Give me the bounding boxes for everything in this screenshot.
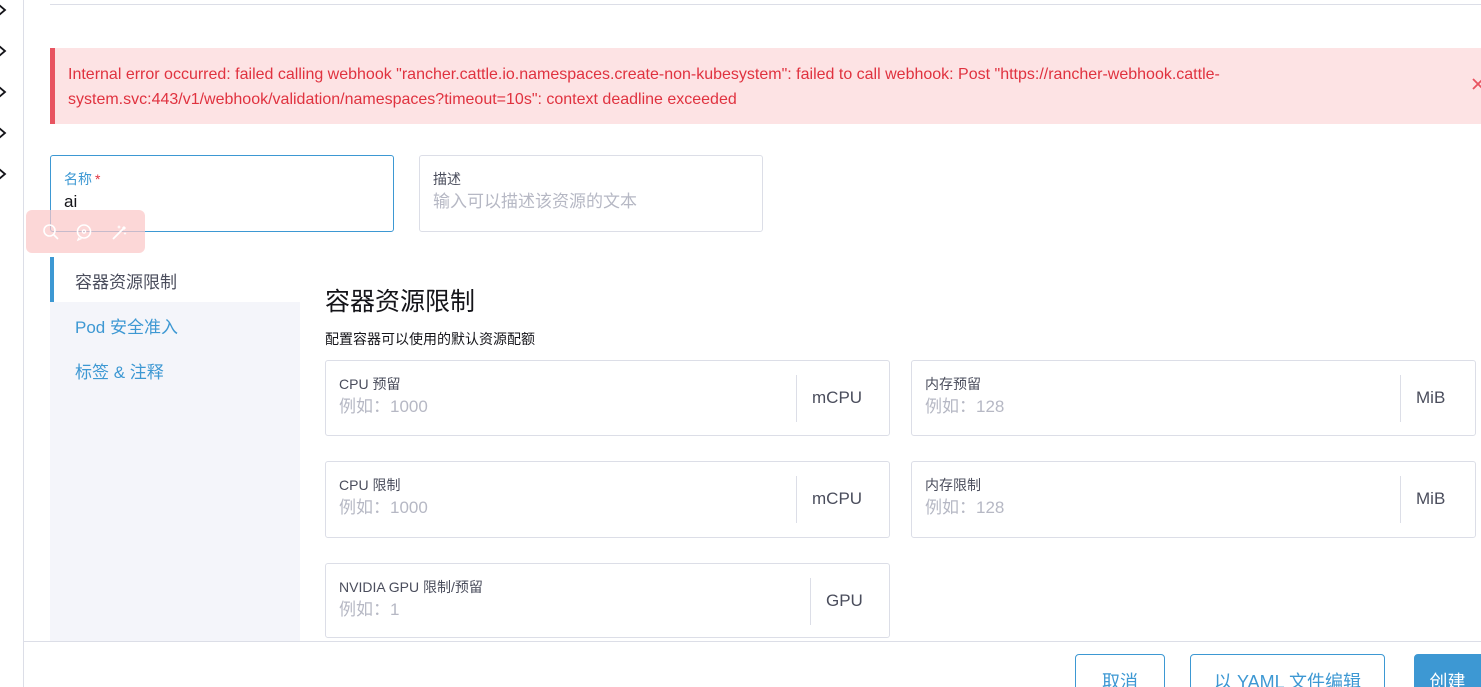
cpu-limit-field[interactable]: CPU 限制 mCPU [325, 461, 890, 538]
tab-label: Pod 安全准入 [75, 318, 178, 337]
name-label: 名称 * [64, 171, 101, 187]
chat-icon[interactable] [74, 222, 94, 242]
gpu-limit-input[interactable] [339, 600, 794, 620]
gpu-limit-label: NVIDIA GPU 限制/预留 [339, 579, 483, 595]
tab-container-resource-limits[interactable]: 容器资源限制 [50, 257, 300, 302]
cpu-limit-unit: mCPU [812, 489, 863, 508]
cpu-reservation-unit: mCPU [812, 388, 863, 407]
required-marker: * [95, 171, 101, 187]
description-label: 描述 [433, 171, 461, 187]
edit-as-yaml-button[interactable]: 以 YAML 文件编辑 [1190, 654, 1385, 687]
error-banner: Internal error occurred: failed calling … [50, 48, 1481, 124]
section-description: 配置容器可以使用的默认资源配额 [325, 331, 535, 347]
section-title: 容器资源限制 [325, 288, 476, 316]
cpu-limit-input[interactable] [339, 498, 779, 518]
suffix-divider [796, 375, 797, 422]
tab-labels-annotations[interactable]: 标签 & 注释 [50, 347, 300, 392]
memory-reservation-unit: MiB [1416, 388, 1446, 407]
floating-toolbar [26, 210, 145, 253]
cpu-limit-label: CPU 限制 [339, 477, 401, 493]
side-tabs: 容器资源限制 Pod 安全准入 标签 & 注释 [50, 257, 300, 641]
create-button[interactable]: 创建 [1414, 654, 1481, 687]
memory-limit-field[interactable]: 内存限制 MiB [911, 461, 1476, 538]
chevron-right-icon[interactable] [0, 44, 8, 58]
cpu-reservation-input[interactable] [339, 397, 779, 417]
description-field[interactable]: 描述 [419, 155, 763, 232]
search-icon[interactable] [41, 222, 61, 242]
chevron-right-icon[interactable] [0, 85, 8, 99]
memory-reservation-label: 内存预留 [925, 376, 981, 392]
memory-reservation-input[interactable] [925, 397, 1385, 417]
cancel-button[interactable]: 取消 [1075, 654, 1165, 687]
chevron-right-icon[interactable] [0, 167, 8, 181]
memory-limit-unit: MiB [1416, 489, 1446, 508]
left-nav-rail [0, 0, 24, 687]
memory-limit-input[interactable] [925, 498, 1385, 518]
close-icon[interactable] [1471, 75, 1481, 95]
cpu-reservation-field[interactable]: CPU 预留 mCPU [325, 360, 890, 436]
top-divider [50, 4, 1481, 5]
memory-limit-label: 内存限制 [925, 477, 981, 493]
tab-label: 容器资源限制 [75, 273, 177, 292]
gpu-limit-field[interactable]: NVIDIA GPU 限制/预留 GPU [325, 563, 890, 638]
gpu-limit-unit: GPU [826, 591, 863, 610]
suffix-divider [796, 476, 797, 523]
memory-reservation-field[interactable]: 内存预留 MiB [911, 360, 1476, 436]
tab-label: 标签 & 注释 [75, 363, 164, 382]
description-input[interactable] [433, 192, 749, 212]
tab-pod-security-admission[interactable]: Pod 安全准入 [50, 302, 300, 347]
name-input[interactable] [64, 192, 380, 212]
cpu-reservation-label: CPU 预留 [339, 376, 401, 392]
chevron-right-icon[interactable] [0, 126, 8, 140]
magic-wand-icon[interactable] [110, 222, 130, 242]
suffix-divider [1400, 476, 1401, 523]
suffix-divider [810, 578, 811, 625]
suffix-divider [1400, 375, 1401, 422]
chevron-right-icon[interactable] [0, 3, 8, 17]
error-message: Internal error occurred: failed calling … [68, 66, 1220, 108]
